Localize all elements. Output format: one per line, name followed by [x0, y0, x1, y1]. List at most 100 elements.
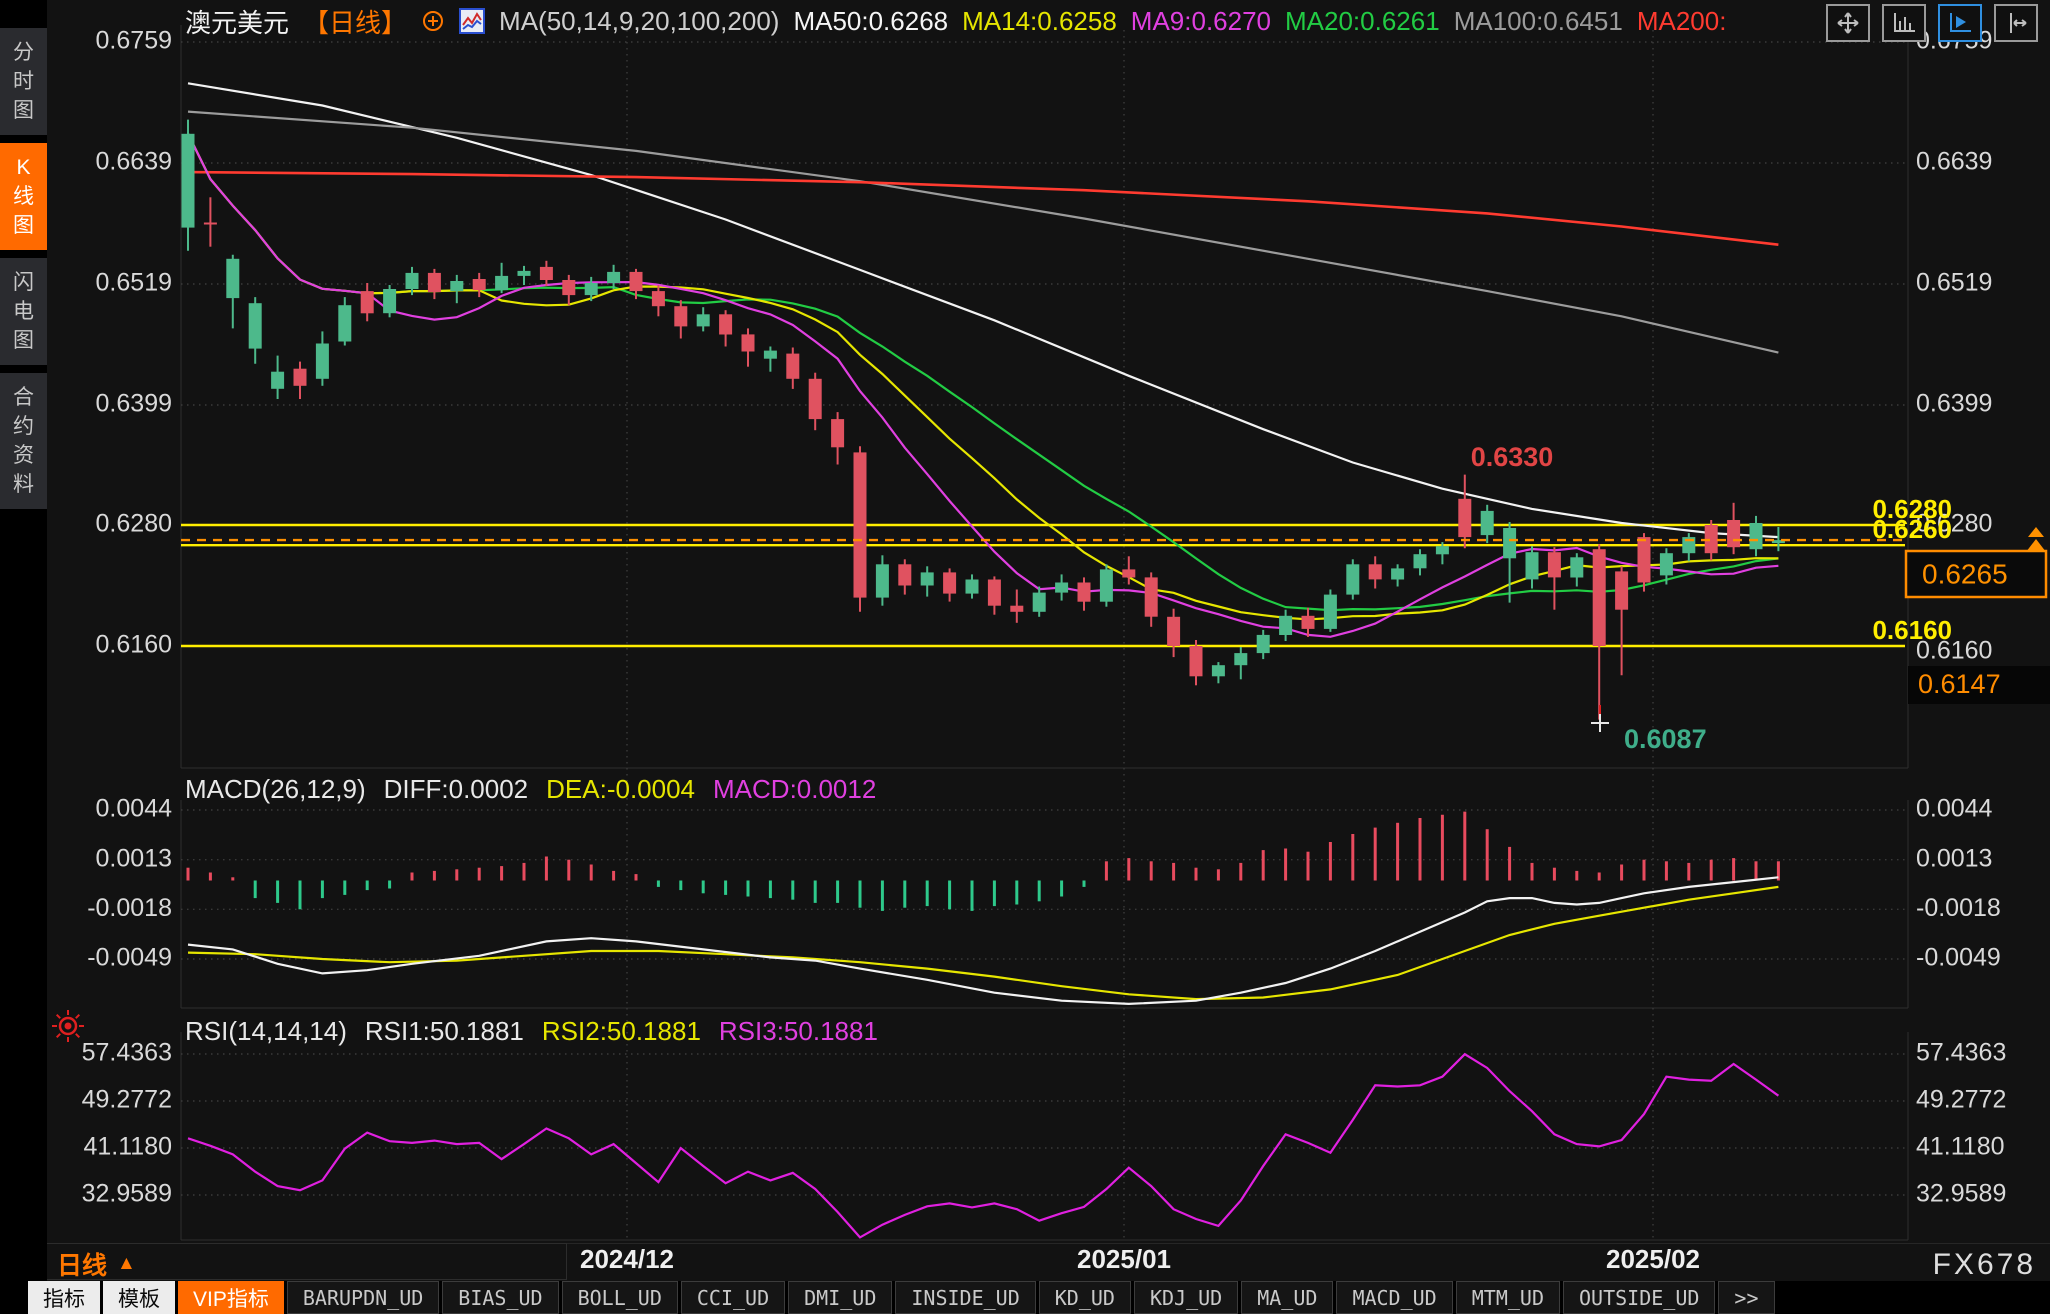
ma14-value: MA14:0.6258 — [962, 6, 1117, 37]
period-label[interactable]: 【日线】 — [303, 3, 407, 40]
sidebar-item-0[interactable]: 分时图 — [0, 28, 47, 135]
svg-text:0.6759: 0.6759 — [96, 27, 172, 55]
svg-text:0.6280: 0.6280 — [96, 510, 172, 538]
tab-boll_ud[interactable]: BOLL_UD — [562, 1281, 678, 1314]
svg-text:57.4363: 57.4363 — [1916, 1039, 2006, 1067]
svg-text:0.6519: 0.6519 — [1916, 269, 1992, 297]
svg-text:0.6639: 0.6639 — [1916, 148, 1992, 176]
svg-text:0.6087: 0.6087 — [1624, 724, 1707, 754]
macd-macd-value: MACD:0.0012 — [713, 774, 876, 805]
tab-cci_ud[interactable]: CCI_UD — [681, 1281, 785, 1314]
chart-type-sidebar: 分时图 K线图闪电图合约资料 — [0, 0, 47, 1314]
svg-text:57.4363: 57.4363 — [82, 1039, 172, 1067]
svg-text:0.6330: 0.6330 — [1471, 442, 1554, 472]
rsi2-value: RSI2:50.1881 — [542, 1016, 701, 1047]
svg-text:0.6399: 0.6399 — [1916, 390, 1992, 418]
level-lines: 0.62800.6260 0.6160 — [181, 494, 1952, 646]
period-selector-label: 日线 — [57, 1246, 107, 1282]
pane-borders — [181, 25, 1908, 1240]
tab-vip[interactable]: VIP指标 — [178, 1281, 284, 1314]
diff-line — [188, 877, 1778, 1004]
ma-line-ma100 — [188, 112, 1778, 353]
tab-inside_ud[interactable]: INSIDE_UD — [895, 1281, 1035, 1314]
candlestick-chart-svg: 0.67590.67590.66390.66390.65190.65190.63… — [0, 0, 2050, 1314]
circle-plus-icon[interactable] — [421, 9, 445, 33]
sidebar-item-1[interactable]: K线图 — [0, 143, 47, 250]
svg-text:0.6639: 0.6639 — [96, 148, 172, 176]
annotations: 0.6330 0.6087 — [1471, 442, 1707, 754]
dea-line — [188, 887, 1778, 999]
ma-settings-label: MA(50,14,9,20,100,200) — [499, 6, 779, 37]
ma200-value: MA200: — [1637, 6, 1727, 37]
date-labels: 2024/122025/012025/02 — [580, 1244, 1700, 1274]
ma50-value: MA50:0.6268 — [793, 6, 948, 37]
svg-text:0.6160: 0.6160 — [1916, 637, 1992, 665]
mini-chart-icon[interactable] — [459, 8, 485, 34]
ma-line-ma200 — [188, 172, 1778, 245]
tab-kdj_ud[interactable]: KDJ_UD — [1134, 1281, 1238, 1314]
svg-text:-0.0018: -0.0018 — [87, 894, 172, 922]
svg-text:0.6260: 0.6260 — [1872, 514, 1952, 544]
ma-line-ma9 — [188, 134, 1778, 637]
tab->>[interactable]: >> — [1718, 1281, 1774, 1314]
svg-text:0.6280: 0.6280 — [1872, 494, 1952, 524]
tab-[interactable]: 指标 — [28, 1281, 100, 1314]
svg-text:0.0044: 0.0044 — [96, 795, 173, 823]
ma-line-ma14 — [188, 134, 1778, 620]
rsi-line — [188, 1054, 1778, 1237]
alert-dot-icon[interactable] — [50, 1008, 86, 1049]
tab-ma_ud[interactable]: MA_UD — [1241, 1281, 1333, 1314]
tab-bias_ud[interactable]: BIAS_UD — [442, 1281, 558, 1314]
ma-line-ma20 — [188, 134, 1778, 610]
ma9-value: MA9:0.6270 — [1131, 6, 1271, 37]
gridlines — [181, 30, 1908, 1238]
chart-toolbar — [1826, 4, 2038, 42]
tab-macd_ud[interactable]: MACD_UD — [1336, 1281, 1452, 1314]
low-badge: 0.6147 — [1918, 669, 2001, 699]
tab-[interactable]: 模板 — [103, 1281, 175, 1314]
svg-text:0.6399: 0.6399 — [96, 390, 172, 418]
svg-text:41.1180: 41.1180 — [83, 1133, 172, 1161]
tab-dmi_ud[interactable]: DMI_UD — [788, 1281, 892, 1314]
sidebar-item-2[interactable]: 闪电图 — [0, 258, 47, 365]
svg-text:0.6280: 0.6280 — [1916, 510, 1992, 538]
svg-text:0.0044: 0.0044 — [1916, 795, 1993, 823]
macd-pane-header: MACD(26,12,9) DIFF:0.0002 DEA:-0.0004 MA… — [185, 774, 876, 805]
macd-diff-value: DIFF:0.0002 — [384, 774, 529, 805]
current-price-marker: 0.62650.6147 — [181, 527, 2050, 704]
svg-text:0.0013: 0.0013 — [96, 844, 172, 872]
svg-text:32.9589: 32.9589 — [1916, 1180, 2006, 1208]
tab-mtm_ud[interactable]: MTM_UD — [1456, 1281, 1560, 1314]
axis-play-icon[interactable] — [1938, 4, 1982, 42]
rsi-title: RSI(14,14,14) — [185, 1016, 347, 1047]
indicator-tab-bar: 指标模板VIP指标BARUPDN_UDBIAS_UDBOLL_UDCCI_UDD… — [0, 1281, 2050, 1314]
ma100-value: MA100:0.6451 — [1454, 6, 1623, 37]
svg-text:-0.0018: -0.0018 — [1916, 894, 2001, 922]
svg-text:41.1180: 41.1180 — [1916, 1133, 2005, 1161]
move-icon[interactable] — [1826, 4, 1870, 42]
svg-text:0.6160: 0.6160 — [96, 631, 172, 659]
sidebar-item-3[interactable]: 合约资料 — [0, 373, 47, 509]
period-selector[interactable]: 日线 ▲ — [57, 1246, 136, 1282]
svg-text:2025/01: 2025/01 — [1077, 1244, 1171, 1274]
svg-text:0.0013: 0.0013 — [1916, 844, 1992, 872]
macd-title: MACD(26,12,9) — [185, 774, 366, 805]
macd-pane — [188, 812, 1778, 1004]
svg-text:0.6160: 0.6160 — [1872, 615, 1952, 645]
axis-shift-icon[interactable] — [1994, 4, 2038, 42]
axis-scale-icon[interactable] — [1882, 4, 1926, 42]
rsi-pane-header: RSI(14,14,14) RSI1:50.1881 RSI2:50.1881 … — [185, 1016, 878, 1047]
ma-lines — [188, 83, 1778, 637]
svg-text:32.9589: 32.9589 — [82, 1180, 172, 1208]
macd-dea-value: DEA:-0.0004 — [546, 774, 695, 805]
svg-text:0.6519: 0.6519 — [96, 269, 172, 297]
svg-text:2025/02: 2025/02 — [1606, 1244, 1700, 1274]
tab-kd_ud[interactable]: KD_UD — [1039, 1281, 1131, 1314]
svg-text:49.2772: 49.2772 — [1916, 1086, 2006, 1114]
tab-barupdn_ud[interactable]: BARUPDN_UD — [287, 1281, 439, 1314]
brand-watermark: FX678 — [1933, 1248, 2036, 1282]
svg-text:-0.0049: -0.0049 — [1916, 944, 2001, 972]
tab-outside_ud[interactable]: OUTSIDE_UD — [1563, 1281, 1715, 1314]
chevron-up-icon: ▲ — [117, 1253, 136, 1275]
svg-text:49.2772: 49.2772 — [82, 1086, 172, 1114]
